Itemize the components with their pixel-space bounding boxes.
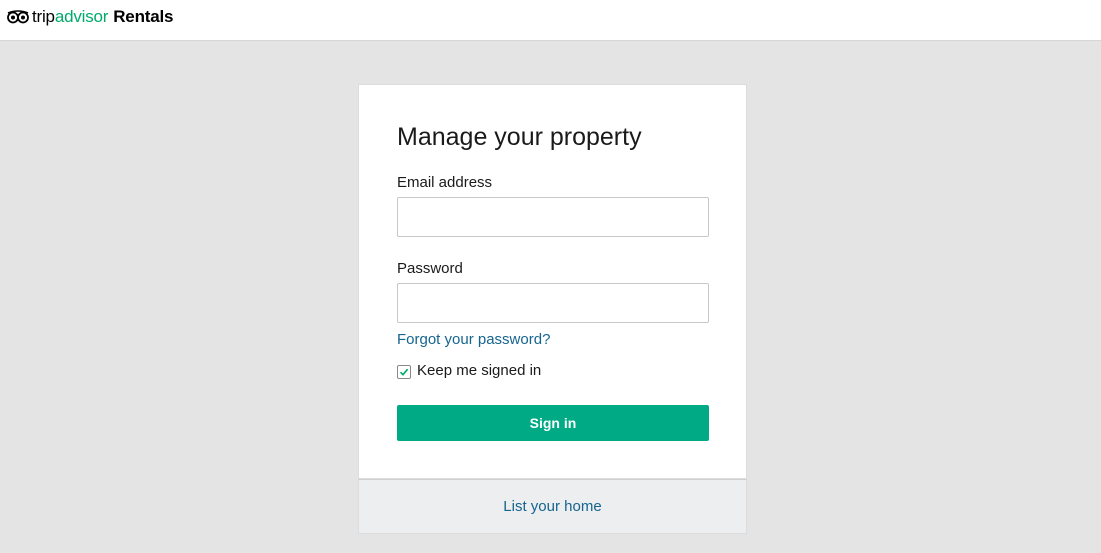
card-footer: List your home: [358, 479, 747, 534]
list-your-home-link[interactable]: List your home: [503, 498, 601, 515]
top-navigation-bar: trip advisor Rentals: [0, 0, 1101, 41]
keep-signed-in-label: Keep me signed in: [417, 362, 542, 379]
keep-signed-in-checkbox[interactable]: [397, 364, 411, 379]
sign-in-button[interactable]: Sign in: [397, 405, 709, 441]
checkmark-icon: [399, 368, 409, 376]
brand-rentals-text: Rentals: [113, 7, 174, 26]
tripadvisor-rentals-logo[interactable]: trip advisor Rentals: [7, 6, 173, 28]
owl-eyes-icon: [7, 10, 29, 24]
forgot-password-link[interactable]: Forgot your password?: [397, 331, 550, 348]
email-field[interactable]: [397, 197, 709, 237]
email-label: Email address: [397, 174, 493, 191]
brand-advisor-text: advisor: [54, 7, 109, 26]
login-card: Manage your property Email address Passw…: [358, 84, 747, 479]
page-title: Manage your property: [397, 123, 642, 151]
keep-signed-in-row[interactable]: Keep me signed in: [397, 362, 541, 379]
brand-trip-text: trip: [32, 7, 55, 26]
password-field[interactable]: [397, 283, 709, 323]
password-label: Password: [397, 260, 463, 277]
